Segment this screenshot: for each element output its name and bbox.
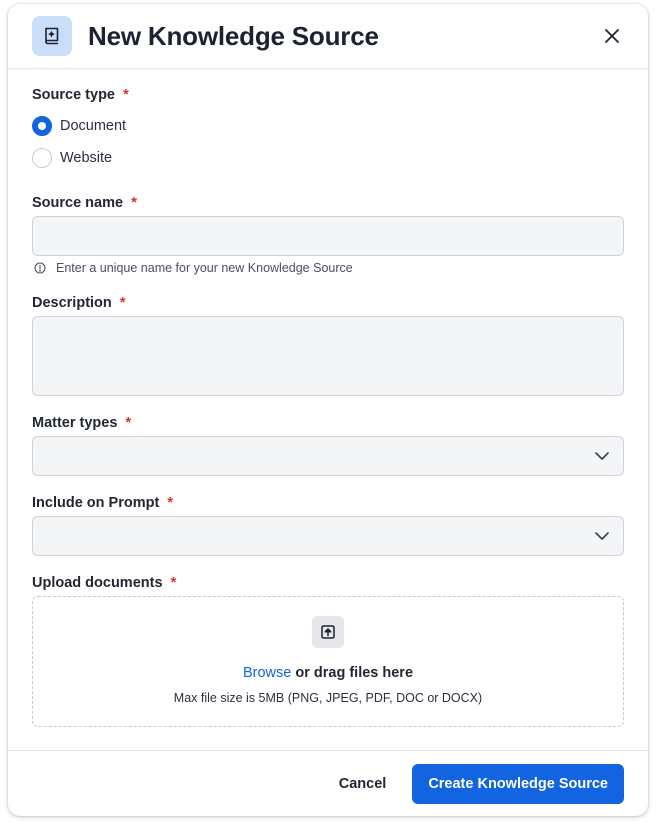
required-asterisk: * [167,494,174,511]
required-asterisk: * [131,194,137,211]
info-icon [34,262,46,274]
required-asterisk: * [123,86,129,103]
file-size-hint: Max file size is 5MB (PNG, JPEG, PDF, DO… [173,691,483,705]
upload-icon [312,616,344,648]
source-name-hint: Enter a unique name for your new Knowled… [34,261,353,275]
dialog-footer: Cancel Create Knowledge Source [8,750,648,816]
book-sparkle-icon [32,16,72,56]
matter-types-select[interactable] [32,436,624,476]
include-on-prompt-select[interactable] [32,516,624,556]
description-label: Description * [32,294,126,311]
radio-label-website: Website [60,150,113,166]
upload-dropzone[interactable]: Browse or drag files here Max file size … [32,596,624,727]
required-asterisk: * [170,574,177,591]
cancel-button[interactable]: Cancel [339,776,387,792]
radio-option-document[interactable]: Document [32,116,126,136]
dropzone-instructions: Browse or drag files here [243,665,413,681]
source-type-label: Source type * [32,86,129,103]
radio-label-document: Document [60,118,127,134]
radio-option-website[interactable]: Website [32,148,112,168]
create-knowledge-source-button[interactable]: Create Knowledge Source [412,763,624,804]
required-asterisk: * [125,414,132,431]
dialog-header: New Knowledge Source [8,4,648,69]
source-name-label: Source name * [32,194,137,211]
upload-documents-label: Upload documents * [32,574,177,591]
description-textarea[interactable] [32,316,624,396]
browse-link[interactable]: Browse [243,665,291,681]
source-name-input[interactable] [32,216,624,256]
matter-types-label: Matter types * [32,414,132,431]
close-icon [605,29,619,43]
drag-files-text: or drag files here [295,665,414,681]
chevron-down-icon [595,452,609,460]
radio-website[interactable] [32,148,52,168]
radio-document[interactable] [32,116,52,136]
dialog-title: New Knowledge Source [88,20,379,51]
required-asterisk: * [119,294,126,311]
include-on-prompt-label: Include on Prompt * [32,494,174,511]
new-knowledge-source-dialog: New Knowledge Source Source type * Docum… [8,4,648,816]
chevron-down-icon [595,532,609,540]
close-button[interactable] [598,22,626,50]
